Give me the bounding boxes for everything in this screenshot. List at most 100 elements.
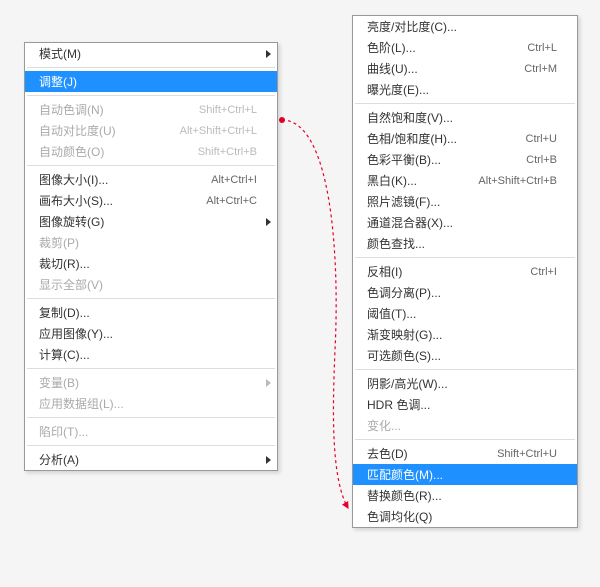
menu-separator [27,368,275,369]
menu-item-shortcut: Ctrl+I [530,266,557,278]
menu-item-label: HDR 色调... [367,396,557,413]
menu-item-shortcut: Shift+Ctrl+L [199,104,257,116]
menu-item-auto-color: 自动颜色(O)Shift+Ctrl+B [25,141,277,162]
menu-separator [27,445,275,446]
menu-item-analysis[interactable]: 分析(A) [25,449,277,470]
menu-separator [27,67,275,68]
menu-item-image-rotation[interactable]: 图像旋转(G) [25,211,277,232]
menu-item-shortcut: Alt+Shift+Ctrl+L [180,125,257,137]
menu-item-levels[interactable]: 色阶(L)...Ctrl+L [353,37,577,58]
menu-item-label: 模式(M) [39,45,257,62]
menu-item-label: 自动对比度(U) [39,122,180,139]
menu-item-label: 渐变映射(G)... [367,326,557,343]
menu-item-label: 黑白(K)... [367,172,478,189]
menu-item-label: 阈值(T)... [367,305,557,322]
menu-item-black-white[interactable]: 黑白(K)...Alt+Shift+Ctrl+B [353,170,577,191]
menu-separator [355,439,575,440]
menu-item-label: 可选颜色(S)... [367,347,557,364]
menu-item-label: 裁剪(P) [39,234,257,251]
menu-item-adjustments[interactable]: 调整(J) [25,71,277,92]
menu-item-label: 亮度/对比度(C)... [367,18,557,35]
menu-item-label: 色调均化(Q) [367,508,557,525]
menu-item-trim[interactable]: 裁切(R)... [25,253,277,274]
menu-item-label: 变量(B) [39,374,257,391]
menu-item-label: 色彩平衡(B)... [367,151,526,168]
adjustments-submenu[interactable]: 亮度/对比度(C)...色阶(L)...Ctrl+L曲线(U)...Ctrl+M… [352,15,578,528]
menu-item-hdr-toning[interactable]: HDR 色调... [353,394,577,415]
menu-item-color-balance[interactable]: 色彩平衡(B)...Ctrl+B [353,149,577,170]
menu-item-gradient-map[interactable]: 渐变映射(G)... [353,324,577,345]
menu-item-color-lookup[interactable]: 颜色查找... [353,233,577,254]
menu-item-shortcut: Shift+Ctrl+B [198,146,257,158]
submenu-arrow-icon [266,50,271,58]
menu-item-apply-data-set: 应用数据组(L)... [25,393,277,414]
menu-separator [27,95,275,96]
image-menu[interactable]: 模式(M)调整(J)自动色调(N)Shift+Ctrl+L自动对比度(U)Alt… [24,42,278,471]
menu-item-label: 去色(D) [367,445,497,462]
menu-item-replace-color[interactable]: 替换颜色(R)... [353,485,577,506]
menu-item-selective-color[interactable]: 可选颜色(S)... [353,345,577,366]
menu-item-label: 画布大小(S)... [39,192,206,209]
menu-item-desaturate[interactable]: 去色(D)Shift+Ctrl+U [353,443,577,464]
submenu-arrow-icon [266,379,271,387]
menu-item-canvas-size[interactable]: 画布大小(S)...Alt+Ctrl+C [25,190,277,211]
menu-item-brightness-contrast[interactable]: 亮度/对比度(C)... [353,16,577,37]
menu-item-calculations[interactable]: 计算(C)... [25,344,277,365]
menu-item-duplicate[interactable]: 复制(D)... [25,302,277,323]
menu-item-posterize[interactable]: 色调分离(P)... [353,282,577,303]
menu-item-label: 反相(I) [367,263,530,280]
menu-item-label: 裁切(R)... [39,255,257,272]
menu-item-label: 曝光度(E)... [367,81,557,98]
menu-item-equalize[interactable]: 色调均化(Q) [353,506,577,527]
menu-item-shortcut: Ctrl+B [526,154,557,166]
menu-item-label: 调整(J) [39,73,257,90]
menu-item-label: 自动颜色(O) [39,143,198,160]
menu-item-shortcut: Alt+Shift+Ctrl+B [478,175,557,187]
menu-item-variations: 变化... [353,415,577,436]
submenu-arrow-icon [266,218,271,226]
menu-item-label: 阴影/高光(W)... [367,375,557,392]
menu-item-label: 自然饱和度(V)... [367,109,557,126]
menu-separator [355,257,575,258]
menu-item-apply-image[interactable]: 应用图像(Y)... [25,323,277,344]
menu-item-label: 陷印(T)... [39,423,257,440]
menu-separator [27,298,275,299]
menu-item-match-color[interactable]: 匹配颜色(M)... [353,464,577,485]
menu-item-label: 图像旋转(G) [39,213,257,230]
menu-separator [27,417,275,418]
menu-item-label: 计算(C)... [39,346,257,363]
menu-item-channel-mixer[interactable]: 通道混合器(X)... [353,212,577,233]
menu-item-hue-saturation[interactable]: 色相/饱和度(H)...Ctrl+U [353,128,577,149]
menu-item-variables: 变量(B) [25,372,277,393]
menu-item-image-size[interactable]: 图像大小(I)...Alt+Ctrl+I [25,169,277,190]
menu-item-vibrance[interactable]: 自然饱和度(V)... [353,107,577,128]
menu-item-shortcut: Alt+Ctrl+I [211,174,257,186]
menu-item-threshold[interactable]: 阈值(T)... [353,303,577,324]
menu-item-mode[interactable]: 模式(M) [25,43,277,64]
menu-item-label: 色阶(L)... [367,39,527,56]
menu-item-reveal-all: 显示全部(V) [25,274,277,295]
menu-item-label: 照片滤镜(F)... [367,193,557,210]
menu-item-label: 图像大小(I)... [39,171,211,188]
menu-item-photo-filter[interactable]: 照片滤镜(F)... [353,191,577,212]
menu-item-crop: 裁剪(P) [25,232,277,253]
menu-item-label: 自动色调(N) [39,101,199,118]
menu-item-auto-tone: 自动色调(N)Shift+Ctrl+L [25,99,277,120]
menu-separator [27,165,275,166]
menu-item-invert[interactable]: 反相(I)Ctrl+I [353,261,577,282]
menu-item-label: 替换颜色(R)... [367,487,557,504]
menu-item-curves[interactable]: 曲线(U)...Ctrl+M [353,58,577,79]
menu-item-shortcut: Shift+Ctrl+U [497,448,557,460]
menu-item-shortcut: Ctrl+M [524,63,557,75]
menu-item-shortcut: Ctrl+U [526,133,557,145]
submenu-arrow-icon [266,456,271,464]
menu-separator [355,369,575,370]
menu-separator [355,103,575,104]
menu-item-shadows-highlights[interactable]: 阴影/高光(W)... [353,373,577,394]
menu-item-label: 应用数据组(L)... [39,395,257,412]
menu-item-shortcut: Ctrl+L [527,42,557,54]
menu-item-trap: 陷印(T)... [25,421,277,442]
menu-item-auto-contrast: 自动对比度(U)Alt+Shift+Ctrl+L [25,120,277,141]
menu-item-exposure[interactable]: 曝光度(E)... [353,79,577,100]
menu-item-label: 通道混合器(X)... [367,214,557,231]
